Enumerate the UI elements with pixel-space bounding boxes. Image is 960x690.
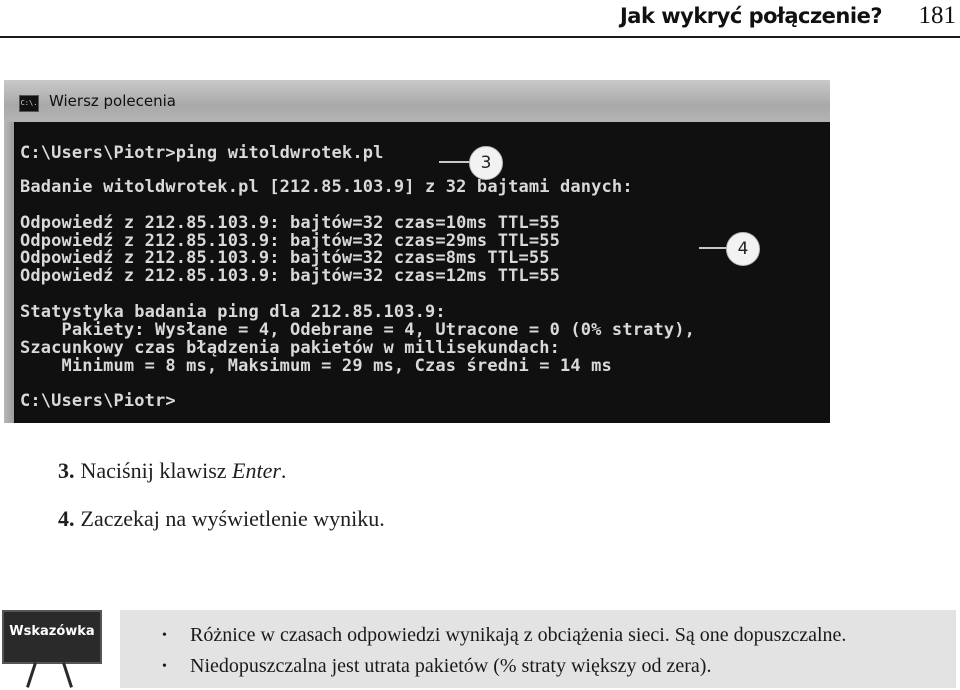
page-number: 181 <box>918 2 957 29</box>
console-line-reply: Odpowiedź z 212.85.103.9: bajtów=32 czas… <box>20 248 550 268</box>
command-prompt-window: C:\. Wiersz polecenia C:\Users\Piotr>pin… <box>4 80 830 423</box>
step-3: 3. Naciśnij klawisz Enter. <box>58 458 286 484</box>
console-line-ping-header: Badanie witoldwrotek.pl [212.85.103.9] z… <box>20 177 633 197</box>
callout-leader-4 <box>699 247 727 249</box>
tip-item: • Różnice w czasach odpowiedzi wynikają z… <box>162 620 846 651</box>
step-4: 4. Zaczekaj na wyświetlenie wyniku. <box>58 506 385 532</box>
tip-list: • Różnice w czasach odpowiedzi wynikają z… <box>162 620 846 682</box>
console-line-reply: Odpowiedź z 212.85.103.9: bajtów=32 czas… <box>20 213 561 233</box>
callout-3: 3 <box>469 146 503 180</box>
easel-icon <box>26 662 37 688</box>
window-frame <box>4 122 14 423</box>
tip-item-text: Różnice w czasach odpowiedzi wynikają z … <box>190 624 847 646</box>
bullet-icon: • <box>162 659 167 674</box>
console-output: C:\Users\Piotr>ping witoldwrotek.pl Bada… <box>16 122 830 423</box>
console-line-rtt-header: Szacunkowy czas błądzenia pakietów w mil… <box>20 338 561 358</box>
console-line-rtt-values: Minimum = 8 ms, Maksimum = 29 ms, Czas ś… <box>20 356 612 376</box>
console-line-statistics: Statystyka badania ping dla 212.85.103.9… <box>20 302 446 322</box>
tip-badge: Wskazówka <box>2 610 102 664</box>
terminal-icon: C:\. <box>19 95 39 112</box>
step-text: Zaczekaj na wyświetlenie wyniku. <box>80 506 385 531</box>
tip-item-text: Niedopuszczalna jest utrata pakietów (% … <box>190 655 712 677</box>
window-titlebar: C:\. Wiersz polecenia <box>4 80 830 122</box>
tip-label: Wskazówka <box>9 624 95 639</box>
console-line-command: C:\Users\Piotr>ping witoldwrotek.pl <box>20 143 384 163</box>
window-title: Wiersz polecenia <box>49 92 176 110</box>
step-number: 4. <box>58 506 75 531</box>
step-suffix: . <box>280 458 287 483</box>
bullet-icon: • <box>162 628 167 643</box>
console-line-packets: Pakiety: Wysłane = 4, Odebrane = 4, Utra… <box>20 320 696 340</box>
running-header: Jak wykryć połączenie? 181 <box>0 0 960 38</box>
callout-4: 4 <box>726 232 760 266</box>
console-line-reply: Odpowiedź z 212.85.103.9: bajtów=32 czas… <box>20 266 561 286</box>
key-name: Enter <box>232 458 281 483</box>
running-title: Jak wykryć połączenie? <box>619 4 883 28</box>
tip-item: • Niedopuszczalna jest utrata pakietów (%… <box>162 651 846 682</box>
step-text: Naciśnij klawisz <box>80 458 233 483</box>
step-number: 3. <box>58 458 75 483</box>
easel-icon <box>62 662 73 688</box>
tip-box: • Różnice w czasach odpowiedzi wynikają z… <box>120 610 956 688</box>
callout-leader-3 <box>439 161 471 163</box>
console-line-prompt: C:\Users\Piotr> <box>20 391 176 411</box>
